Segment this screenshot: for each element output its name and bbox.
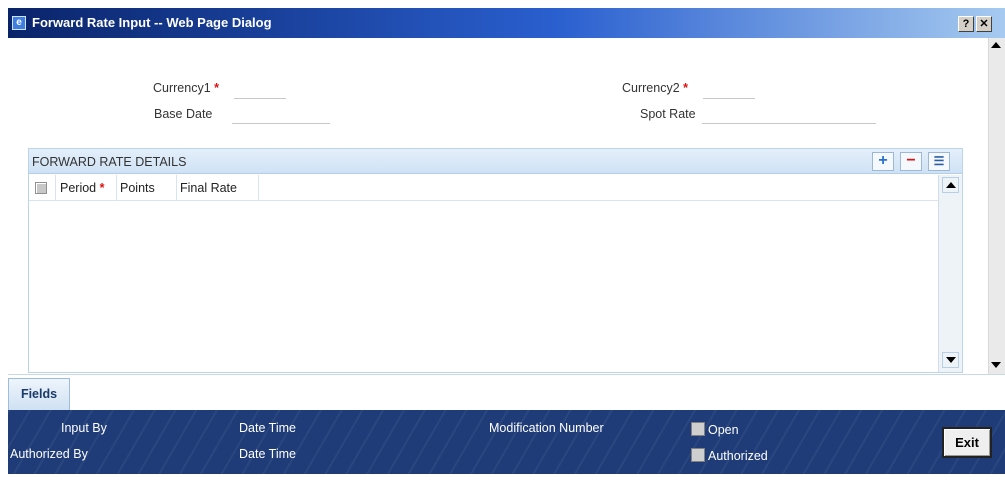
open-label: Open bbox=[708, 423, 739, 437]
input-by-label: Input By bbox=[61, 421, 107, 435]
authorized-by-label: Authorized By bbox=[10, 447, 88, 461]
grid-scroll-down-button[interactable] bbox=[942, 352, 959, 368]
tab-fields[interactable]: Fields bbox=[8, 378, 70, 411]
authorized-label: Authorized bbox=[708, 449, 768, 463]
column-points[interactable]: Points bbox=[117, 175, 177, 201]
authorized-checkbox[interactable] bbox=[691, 448, 705, 462]
scroll-down-arrow-icon bbox=[946, 357, 956, 363]
spot-rate-label: Spot Rate bbox=[640, 107, 696, 121]
select-all-checkbox[interactable] bbox=[29, 175, 56, 201]
add-row-button[interactable]: + bbox=[872, 152, 894, 171]
delete-row-button[interactable]: − bbox=[900, 152, 922, 171]
column-settings-button[interactable]: ☰ bbox=[928, 152, 950, 171]
currency1-input[interactable] bbox=[234, 83, 286, 99]
base-date-input[interactable] bbox=[232, 108, 330, 124]
modification-number-label: Modification Number bbox=[489, 421, 604, 435]
base-date-label: Base Date bbox=[154, 107, 213, 121]
grid-scrollbar[interactable] bbox=[938, 175, 962, 372]
app-icon: e bbox=[12, 16, 26, 30]
checkbox-icon bbox=[35, 181, 47, 194]
scroll-down-arrow-icon[interactable] bbox=[991, 362, 1001, 368]
scroll-up-arrow-icon[interactable] bbox=[991, 42, 1001, 48]
title-bar: e Forward Rate Input -- Web Page Dialog … bbox=[8, 8, 1005, 38]
required-marker: * bbox=[214, 81, 220, 95]
open-checkbox[interactable] bbox=[691, 422, 705, 436]
grid-column-header: Period * Points Final Rate bbox=[29, 175, 938, 201]
currency2-input[interactable] bbox=[703, 83, 755, 99]
grid-scroll-up-button[interactable] bbox=[942, 177, 959, 193]
column-final-rate[interactable]: Final Rate bbox=[177, 175, 259, 201]
grid-title: FORWARD RATE DETAILS bbox=[32, 155, 187, 169]
authorized-date-time-label: Date Time bbox=[239, 447, 296, 461]
currency2-label: Currency2 * bbox=[622, 81, 689, 95]
dialog-scrollbar[interactable] bbox=[988, 38, 1005, 374]
forward-rate-details-grid: FORWARD RATE DETAILS + − ☰ Period * Poin… bbox=[28, 148, 963, 373]
exit-button[interactable]: Exit bbox=[942, 427, 992, 458]
column-period[interactable]: Period * bbox=[56, 175, 117, 201]
input-date-time-label: Date Time bbox=[239, 421, 296, 435]
scroll-up-arrow-icon bbox=[946, 182, 956, 188]
grid-header: FORWARD RATE DETAILS + − ☰ bbox=[29, 149, 962, 174]
spot-rate-input[interactable] bbox=[702, 108, 876, 124]
window-title: Forward Rate Input -- Web Page Dialog bbox=[32, 15, 272, 30]
currency1-label: Currency1 * bbox=[153, 81, 220, 95]
close-button[interactable]: ✕ bbox=[976, 16, 992, 32]
required-marker: * bbox=[683, 81, 689, 95]
audit-footer: Input By Authorized By Date Time Date Ti… bbox=[8, 410, 1005, 474]
help-button[interactable]: ? bbox=[958, 16, 974, 32]
tab-bar: Fields bbox=[8, 374, 1005, 411]
